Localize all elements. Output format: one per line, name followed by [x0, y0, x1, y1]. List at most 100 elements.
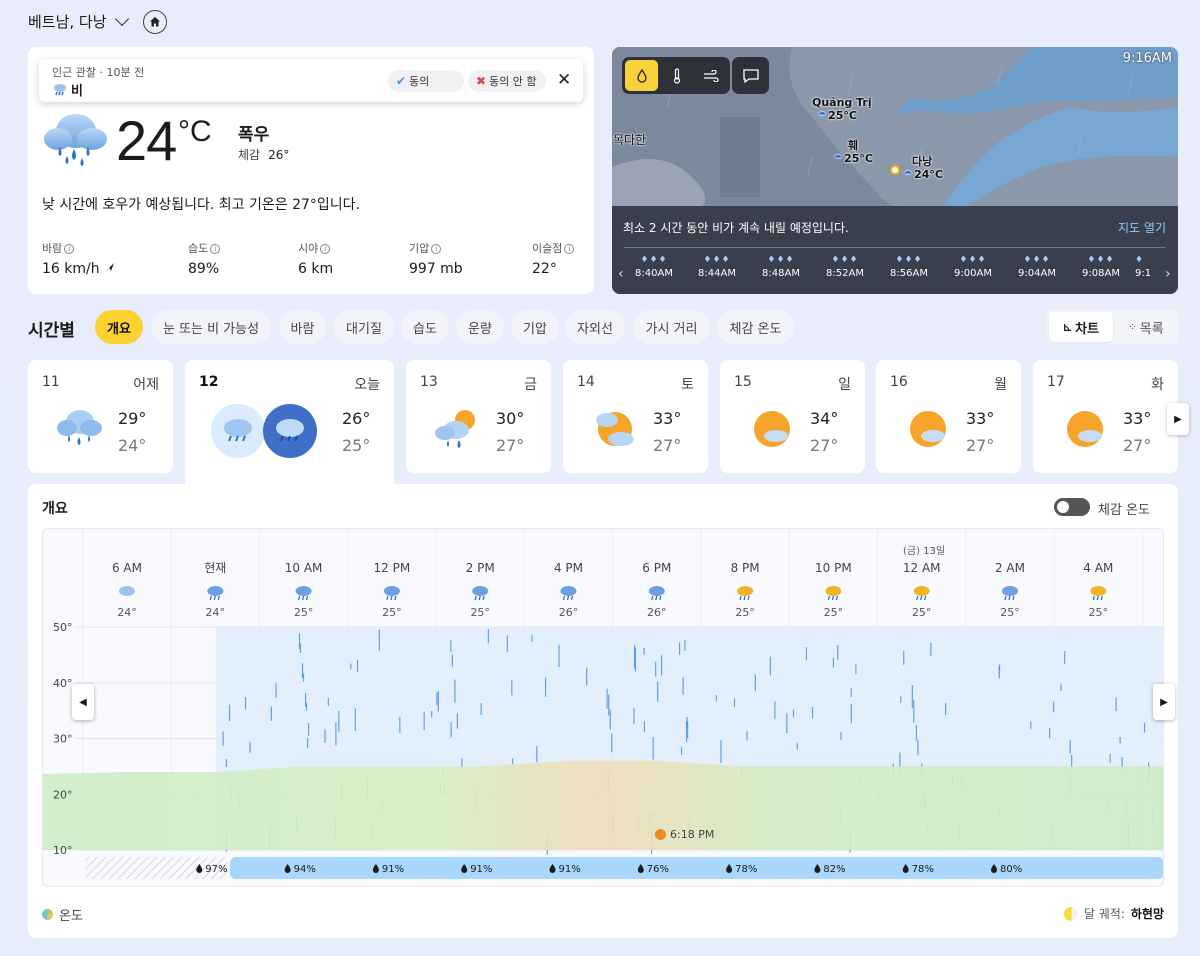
list-view-button[interactable]: ⁘ 목록: [1115, 312, 1177, 342]
timeline-step[interactable]: ♦♦♦ 9:08AM: [1071, 255, 1131, 279]
hour-temp-label: 25°: [470, 606, 490, 619]
day-high: 29°: [118, 409, 147, 428]
day-card[interactable]: 17 화 33° 27°: [1033, 360, 1178, 473]
day-card[interactable]: 15 일 34° 27°: [720, 360, 865, 473]
moon-icon: [1063, 906, 1078, 921]
icon-cloud: [295, 586, 312, 596]
timeline-step[interactable]: ♦♦♦ 8:40AM: [624, 255, 684, 279]
day-card[interactable]: 16 월 33° 27°: [876, 360, 1021, 473]
map-city-hue[interactable]: 훼: [848, 137, 858, 153]
radar-map[interactable]: 9:16AM Quảng Trị ☂ 25°C 훼 ☂ 25°C 다낭 ☂ 24°C …: [612, 47, 1178, 294]
tab-overview[interactable]: 개요: [95, 310, 143, 344]
icon-raindrops: [916, 595, 927, 601]
chevron-right-icon[interactable]: ›: [1165, 266, 1171, 282]
map-feedback-button[interactable]: [732, 57, 769, 94]
tab-wind[interactable]: 바람: [279, 310, 326, 344]
chart-view-button[interactable]: ⊾ 차트: [1049, 312, 1113, 342]
feels-like-toggle[interactable]: [1054, 498, 1090, 516]
chart-scroll-right[interactable]: ▶: [1153, 684, 1175, 720]
day-card-selected[interactable]: 12 오늘 26° 25°: [185, 360, 394, 484]
chevron-left-icon[interactable]: ‹: [618, 266, 624, 282]
day-date: 16: [890, 374, 908, 390]
metric-value: 997 mb: [409, 261, 463, 277]
disagree-button[interactable]: ✖ 동의 안 함: [468, 70, 546, 92]
tab-humidity[interactable]: 습도: [401, 310, 449, 344]
icon-cloud: [383, 586, 400, 596]
tab-precipitation[interactable]: 눈 또는 비 가능성: [151, 310, 271, 344]
icon-raindrops: [209, 595, 220, 601]
tab-air-quality[interactable]: 대기질: [334, 310, 394, 344]
timeline-step[interactable]: ♦♦♦ 8:52AM: [815, 255, 875, 279]
hour-temp-label: 25°: [382, 606, 402, 619]
tab-feels-like[interactable]: 체감 온도: [717, 310, 794, 344]
icon-cloud: [913, 586, 930, 596]
location-selector[interactable]: 베트남, 다낭: [28, 10, 129, 32]
map-city-quang-tri[interactable]: Quảng Trị: [812, 96, 872, 109]
day-date: 13: [420, 374, 438, 390]
droplets-icon: ♦♦♦: [703, 255, 731, 265]
metric-pressure[interactable]: 기압 i 997 mb: [409, 240, 463, 277]
precip-value: 94%: [294, 864, 316, 875]
y-tick-label: 10°: [53, 844, 73, 857]
tab-visibility[interactable]: 가시 거리: [633, 310, 710, 344]
hour-label: 8 PM: [731, 561, 760, 575]
metric-label: 바람: [42, 242, 63, 255]
day-low: 27°: [653, 436, 682, 455]
current-condition: 폭우: [238, 125, 270, 145]
chart-scroll-left[interactable]: ◀: [72, 684, 94, 720]
timeline-step[interactable]: ♦♦♦ 8:48AM: [751, 255, 811, 279]
map-city-danang[interactable]: 다낭: [912, 153, 932, 169]
tab-cloud-cover[interactable]: 운량: [456, 310, 504, 344]
hour-temp-label: 25°: [912, 606, 932, 619]
timeline-step[interactable]: ♦♦♦ 9:00AM: [943, 255, 1003, 279]
open-map-link[interactable]: 지도 열기: [1118, 219, 1166, 236]
temperature-legend-label: 온도: [59, 909, 83, 924]
timeline-step[interactable]: ♦♦♦ 9:04AM: [1007, 255, 1067, 279]
timeline-step[interactable]: ♦♦♦ 8:44AM: [687, 255, 747, 279]
info-icon: i: [431, 244, 442, 254]
hour-weather-icon: [383, 586, 400, 601]
tab-uv[interactable]: 자외선: [565, 310, 625, 344]
hourly-chart: 50° 40° 30° 20° 10° 6 AM 24° 현재 24° 10 AM 25° 12 P…: [42, 528, 1164, 887]
rain-icon: ☂: [818, 110, 827, 121]
precip-bar: [230, 857, 1163, 879]
list-view-label: 목록: [1139, 321, 1164, 337]
precipitation-layer-button[interactable]: [625, 60, 658, 91]
icon-cloud: [472, 586, 489, 596]
current-conditions-card: 인근 관찰 · 10분 전 비 ✔ 동의 ✖ 동의 안 함 ✕ 24 °C 폭우…: [28, 47, 594, 294]
tab-pressure[interactable]: 기압: [511, 310, 559, 344]
day-card[interactable]: 11 어제 29° 24°: [28, 360, 173, 473]
day-card[interactable]: 14 토 33° 27°: [563, 360, 708, 473]
metric-visibility[interactable]: 시야 i 6 km: [298, 240, 333, 277]
day-low: 25°: [342, 436, 371, 455]
hour-temp-label: 25°: [1000, 606, 1020, 619]
timeline-time: 9:04AM: [1018, 268, 1056, 279]
wind-layer-button[interactable]: [694, 60, 727, 91]
day-card[interactable]: 13 금 30° 27°: [406, 360, 551, 473]
timeline-time: 9:08AM: [1082, 268, 1120, 279]
map-region-label: 목다한: [613, 133, 647, 147]
droplets-icon: ♦♦♦: [640, 255, 668, 265]
agree-button[interactable]: ✔ 동의: [388, 70, 464, 92]
timeline-time: 8:56AM: [890, 268, 928, 279]
map-time: 9:16AM: [1122, 51, 1172, 66]
temperature-layer-button[interactable]: [660, 60, 693, 91]
timeline-step[interactable]: ♦♦♦ 8:56AM: [879, 255, 939, 279]
thermometer-icon: [673, 67, 680, 84]
info-icon: i: [564, 244, 575, 254]
day-high: 33°: [653, 409, 682, 428]
timeline-time: 9:1: [1135, 268, 1152, 279]
moon-phase-value: 하현망: [1130, 907, 1164, 921]
precip-value: 80%: [1000, 864, 1022, 875]
metric-humidity[interactable]: 습도 i 89%: [188, 240, 221, 277]
moon-phase: 달 궤적: 하현망: [1063, 905, 1164, 922]
metric-wind[interactable]: 바람 i 16 km/h: [42, 240, 115, 277]
next-days-button[interactable]: ▶: [1167, 403, 1189, 435]
close-icon[interactable]: ✕: [557, 71, 571, 89]
precip-value: 97%: [205, 864, 227, 875]
precip-value: 91%: [559, 864, 581, 875]
timeline-time: 9:00AM: [954, 268, 992, 279]
metric-dew-point[interactable]: 이슬점 i 22°: [532, 240, 575, 277]
home-button[interactable]: [143, 10, 167, 34]
timeline-step[interactable]: ♦ 9:1: [1135, 255, 1165, 279]
